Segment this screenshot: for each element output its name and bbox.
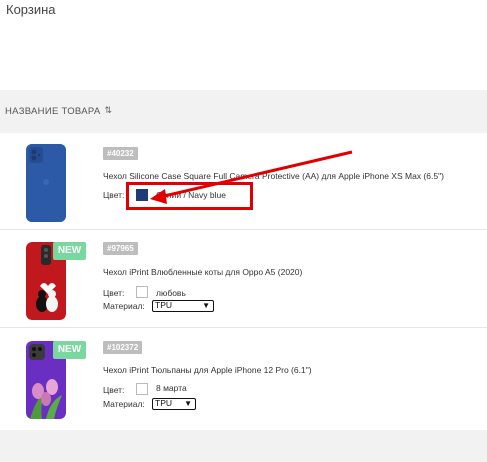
color-value: любовь <box>156 288 186 298</box>
chevron-down-icon: ▼ <box>184 399 192 408</box>
material-label: Материал: <box>103 301 145 311</box>
table-header: НАЗВАНИЕ ТОВАРА ⇅ <box>0 90 487 133</box>
cart-page: Корзина НАЗВАНИЕ ТОВАРА ⇅ #40232 Чехол S… <box>0 0 487 462</box>
product-image-navy-case[interactable] <box>26 144 66 222</box>
sku-badge: #102372 <box>103 341 143 354</box>
sku-badge: #97965 <box>103 242 138 255</box>
phone-case-icon <box>26 144 66 222</box>
cart-row-1: #40232 Чехол Silicone Case Square Full C… <box>0 133 487 229</box>
sku-badge: #40232 <box>103 147 138 160</box>
material-select[interactable]: TPU ▼ <box>152 300 214 312</box>
new-badge: NEW <box>53 341 86 359</box>
cart-row-3: NEW #102372 Чехол iPrint Тюльпаны для Ap… <box>0 328 487 428</box>
color-label: Цвет: <box>103 385 125 395</box>
sort-icon[interactable]: ⇅ <box>105 105 113 116</box>
color-label: Цвет: <box>103 190 125 200</box>
product-name[interactable]: Чехол iPrint Влюбленные коты для Oppo A5… <box>103 267 302 277</box>
color-value: 8 марта <box>156 383 187 393</box>
annotation-highlight-box <box>126 182 253 210</box>
chevron-down-icon: ▼ <box>202 301 210 310</box>
product-name[interactable]: Чехол iPrint Тюльпаны для Apple iPhone 1… <box>103 365 312 375</box>
product-name[interactable]: Чехол Silicone Case Square Full Camera P… <box>103 171 444 181</box>
column-header-product-name[interactable]: НАЗВАНИЕ ТОВАРА <box>5 106 101 117</box>
material-selected-value: TPU <box>155 300 172 310</box>
page-title: Корзина <box>6 2 56 17</box>
material-selected-value: TPU <box>155 398 172 408</box>
cart-row-2: NEW #97965 Чехол iPrint Влюбленные коты … <box>0 230 487 327</box>
color-swatch <box>136 383 148 395</box>
color-label: Цвет: <box>103 288 125 298</box>
material-label: Материал: <box>103 399 145 409</box>
color-swatch <box>136 286 148 298</box>
material-select[interactable]: TPU ▼ <box>152 398 196 410</box>
cart-footer-area <box>0 430 487 462</box>
new-badge: NEW <box>53 242 86 260</box>
